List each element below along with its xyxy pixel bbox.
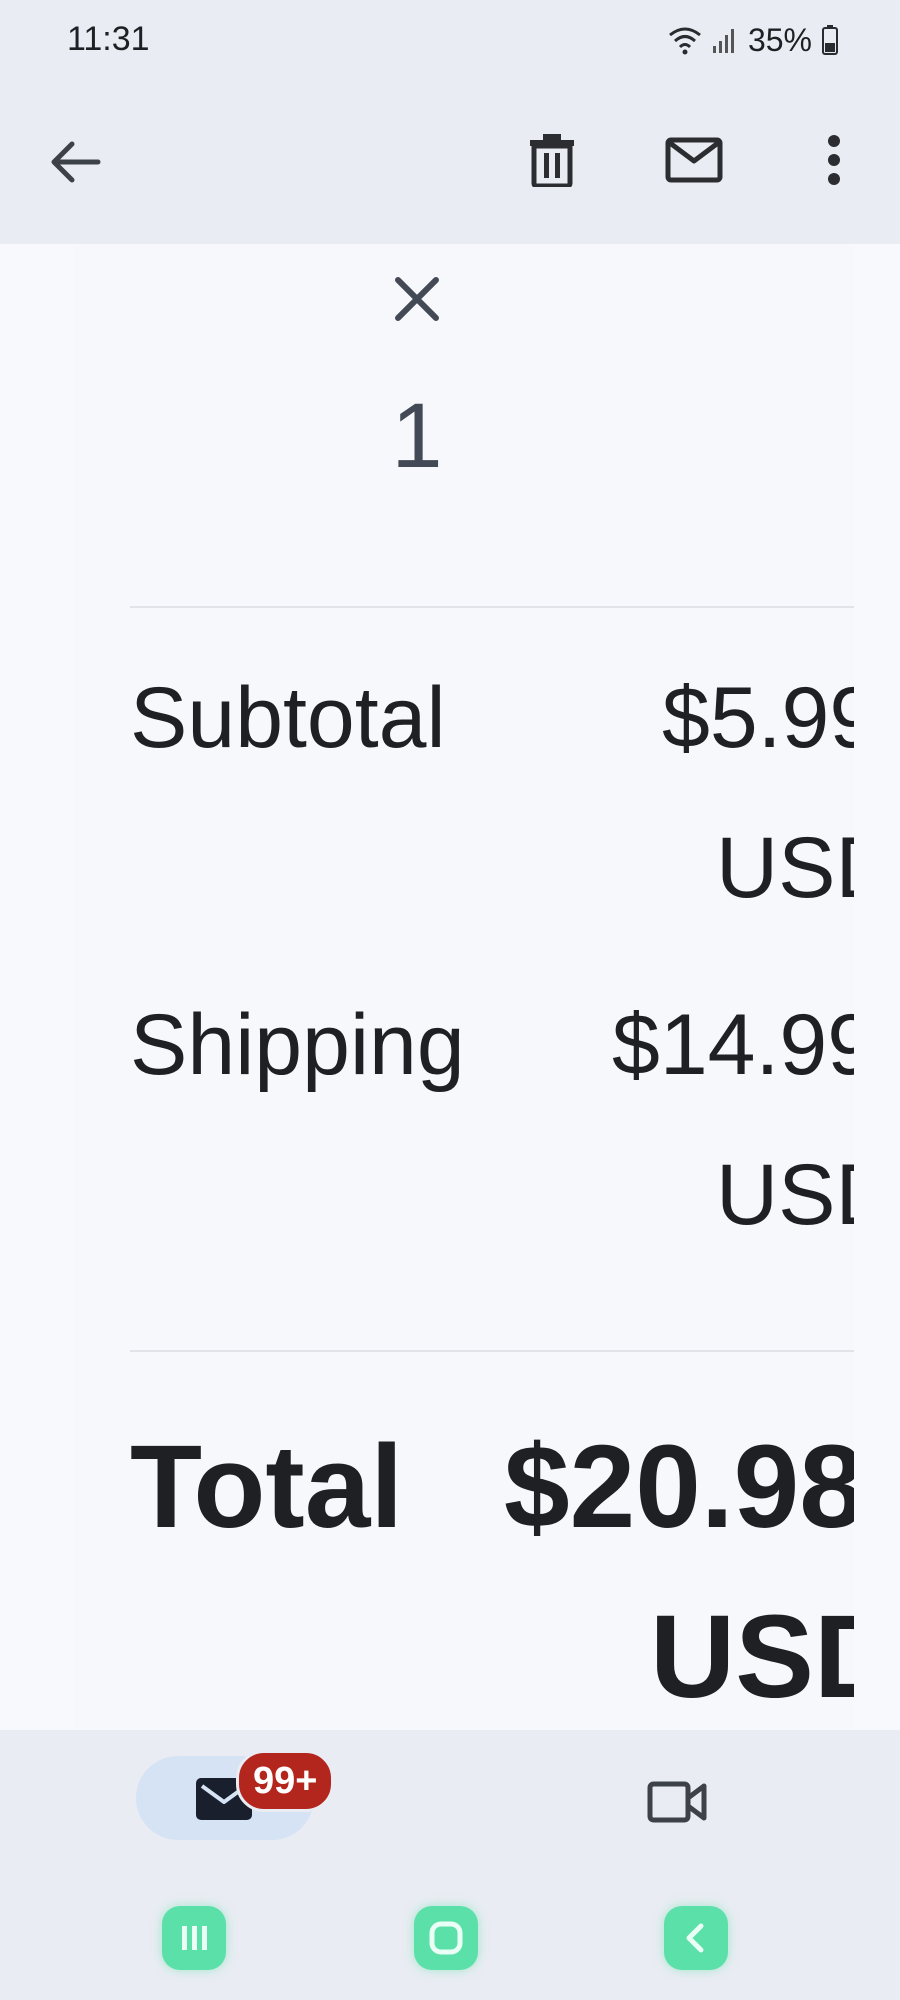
wifi-icon <box>669 27 701 55</box>
email-body: 1 Subtotal $5.99 USD Shipping $14.99 USD… <box>0 244 900 1730</box>
subtotal-label: Subtotal <box>130 670 446 766</box>
battery-icon <box>822 25 838 55</box>
quantity-times-icon <box>395 277 439 321</box>
unread-count-badge: 99+ <box>236 1750 335 1812</box>
shipping-label: Shipping <box>130 997 465 1093</box>
status-icons: 35% <box>668 18 838 62</box>
status-bar: 11:31 35% <box>0 0 900 80</box>
divider <box>130 1350 854 1352</box>
delete-button[interactable] <box>514 122 590 198</box>
arrow-back-icon <box>51 141 101 183</box>
more-vert-icon <box>828 135 840 185</box>
more-options-button[interactable] <box>806 122 862 198</box>
subtotal-amount: $5.99 <box>662 670 854 766</box>
bottom-navigation: 99+ <box>0 1730 900 1880</box>
back-button[interactable] <box>40 126 112 198</box>
shipping-amount: $14.99 <box>612 997 854 1093</box>
system-back-button[interactable] <box>664 1906 728 1970</box>
divider <box>130 606 854 608</box>
app-bar <box>0 80 900 244</box>
order-summary-card: 1 Subtotal $5.99 USD Shipping $14.99 USD… <box>74 244 854 1730</box>
recent-apps-icon <box>182 1926 207 1950</box>
signal-icon <box>712 29 734 53</box>
total-amount: $20.98 <box>504 1421 854 1553</box>
system-navigation-bar <box>0 1880 900 2000</box>
subtotal-currency: USD <box>716 820 854 916</box>
trash-icon <box>530 134 574 187</box>
total-currency: USD <box>650 1591 854 1723</box>
status-time: 11:31 <box>67 20 150 58</box>
recent-apps-button[interactable] <box>162 1906 226 1970</box>
mail-icon <box>665 137 723 183</box>
chevron-left-icon <box>686 1923 704 1953</box>
home-icon <box>429 1921 463 1955</box>
shipping-currency: USD <box>716 1147 854 1243</box>
video-camera-icon[interactable] <box>644 1770 708 1830</box>
home-button[interactable] <box>414 1906 478 1970</box>
battery-percent: 35% <box>747 21 812 58</box>
mark-unread-button[interactable] <box>656 122 732 198</box>
quantity-value: 1 <box>391 385 443 487</box>
total-label: Total <box>130 1421 404 1553</box>
